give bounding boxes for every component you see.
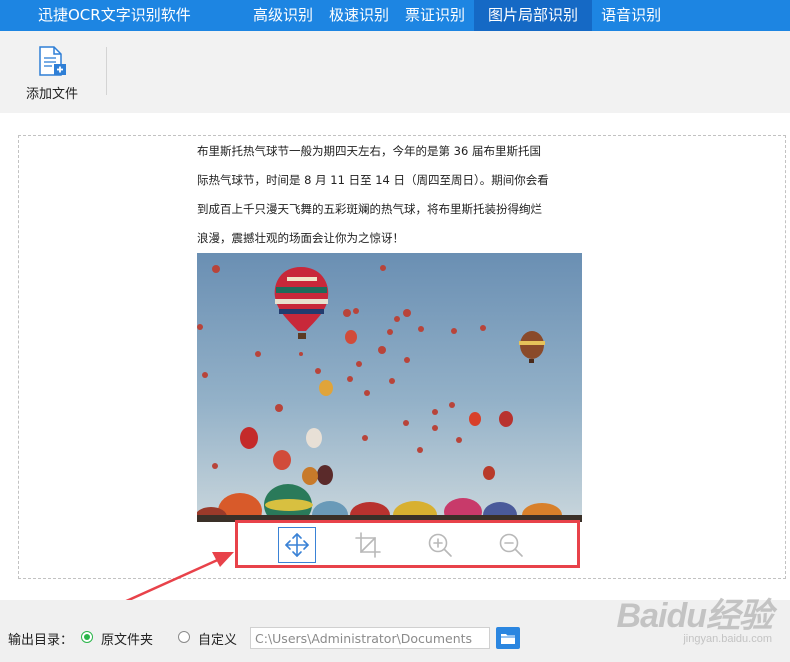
watermark-main-text: Baidu经验: [616, 597, 773, 635]
custom-folder-label[interactable]: 自定义: [198, 629, 237, 648]
tab-fast-recognition[interactable]: 极速识别: [322, 0, 396, 31]
zoom-in-icon: [428, 533, 452, 557]
tab-advanced-recognition[interactable]: 高级识别: [246, 0, 320, 31]
document-line: 浪漫，震撼壮观的场面会让你为之惊讶！: [197, 231, 404, 245]
mode-tabs: 高级识别 极速识别 票证识别 图片局部识别 语音识别: [246, 0, 670, 31]
original-folder-label[interactable]: 原文件夹: [101, 629, 153, 648]
tab-ticket-recognition[interactable]: 票证识别: [398, 0, 472, 31]
document-line: 布里斯托热气球节一般为期四天左右，今年的是第 36 届布里斯托国: [197, 144, 541, 158]
move-tool-button[interactable]: [278, 527, 316, 563]
radio-original-folder[interactable]: [81, 631, 93, 643]
title-bar: 迅捷OCR文字识别软件 高级识别 极速识别 票证识别 图片局部识别 语音识别: [0, 0, 790, 31]
document-line: 到成百上千只漫天飞舞的五彩斑斓的热气球，将布里斯托装扮得绚烂: [197, 202, 542, 216]
output-directory-label: 输出目录：: [8, 633, 74, 648]
balloon-photo: [197, 253, 582, 522]
zoom-out-button[interactable]: [492, 527, 530, 563]
tab-voice-recognition[interactable]: 语音识别: [594, 0, 668, 31]
add-file-button[interactable]: 添加文件: [18, 41, 86, 103]
toolbar-divider: [106, 47, 107, 95]
move-icon: [285, 533, 309, 557]
baidu-jingyan-watermark: Baidu经验 jingyan.baidu.com: [616, 588, 773, 645]
output-path-field[interactable]: [250, 627, 490, 649]
zoom-in-button[interactable]: [421, 527, 459, 563]
crop-tool-button[interactable]: [349, 527, 387, 563]
folder-icon: [501, 634, 515, 644]
document-text: 布里斯托热气球节一般为期四天左右，今年的是第 36 届布里斯托国 际热气球节，时…: [197, 137, 582, 253]
zoom-out-icon: [499, 533, 523, 557]
document-line: 际热气球节，时间是 8 月 11 日至 14 日（周四至周日）。期间你会看: [197, 173, 549, 187]
app-title: 迅捷OCR文字识别软件: [38, 6, 191, 24]
browse-folder-button[interactable]: [496, 627, 520, 649]
image-tools-panel: [235, 520, 580, 568]
toolbar: 添加文件: [0, 31, 790, 113]
add-file-label: 添加文件: [25, 87, 78, 102]
tab-partial-image-recognition[interactable]: 图片局部识别: [474, 0, 593, 31]
radio-custom-folder[interactable]: [178, 631, 190, 643]
crop-icon: [355, 532, 381, 558]
document-plus-icon: [39, 46, 66, 76]
